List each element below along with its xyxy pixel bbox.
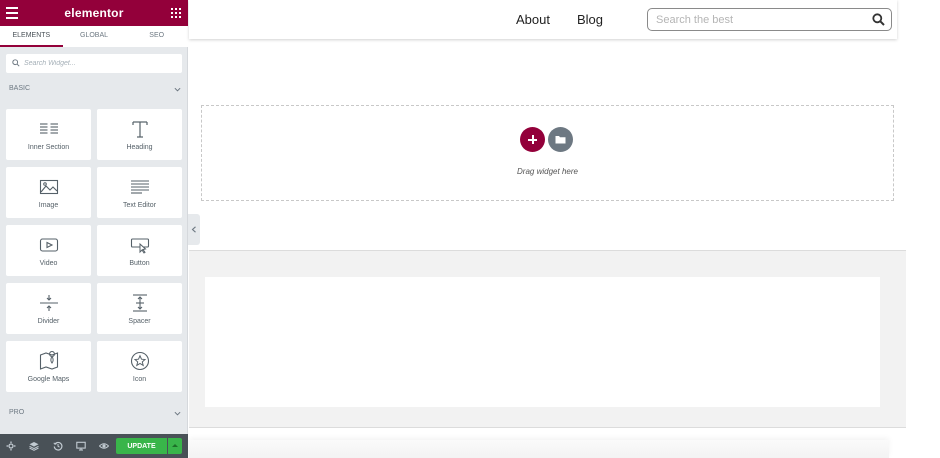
widget-label: Inner Section <box>27 144 70 151</box>
navigator-layers-icon[interactable] <box>29 441 39 451</box>
widget-search-input[interactable] <box>24 54 174 73</box>
widget-button[interactable]: Button <box>97 225 182 276</box>
widget-image[interactable]: Image <box>6 167 91 218</box>
divider-icon <box>39 295 58 311</box>
widget-spacer[interactable]: Spacer <box>97 283 182 334</box>
widget-search-box <box>6 54 182 73</box>
widget-label: Video <box>39 260 58 267</box>
widgets-grid-icon[interactable] <box>171 8 181 18</box>
empty-section-dropzone[interactable]: Drag widget here <box>201 105 894 201</box>
tab-global[interactable]: GLOBAL <box>63 26 126 47</box>
heading-icon <box>131 121 148 138</box>
widget-divider[interactable]: Divider <box>6 283 91 334</box>
dropzone-hint: Drag widget here <box>517 167 578 176</box>
button-icon <box>130 238 149 254</box>
widget-label: Heading <box>126 144 153 151</box>
update-button[interactable]: UPDATE <box>116 438 167 454</box>
widget-label: Button <box>129 260 150 267</box>
video-icon <box>39 238 58 252</box>
search-icon <box>12 59 20 67</box>
section-pro-toggle[interactable]: PRO <box>9 409 181 421</box>
inner-section-icon <box>39 123 58 134</box>
section-container[interactable] <box>205 277 880 407</box>
site-header: About Blog <box>189 0 897 39</box>
panel-tabs: ELEMENTS GLOBAL SEO <box>0 26 188 47</box>
nav-link-about[interactable]: About <box>516 12 550 27</box>
chevron-down-icon <box>174 87 181 92</box>
folder-icon <box>555 136 566 144</box>
widget-text-editor[interactable]: Text Editor <box>97 167 182 218</box>
elementor-logo: elementor <box>64 6 124 20</box>
preview-eye-icon[interactable] <box>99 441 109 451</box>
add-template-button[interactable] <box>548 127 573 152</box>
google-maps-icon <box>39 351 58 370</box>
widget-inner-section[interactable]: Inner Section <box>6 109 91 160</box>
widget-google-maps[interactable]: Google Maps <box>6 341 91 392</box>
widget-label: Spacer <box>128 318 151 325</box>
elementor-panel: elementor ELEMENTS GLOBAL SEO BASIC Inne <box>0 0 188 458</box>
site-search-input[interactable] <box>656 9 866 30</box>
search-icon[interactable] <box>872 13 885 26</box>
tab-elements[interactable]: ELEMENTS <box>0 26 63 47</box>
widget-label: Icon <box>132 376 147 383</box>
section-basic-toggle[interactable]: BASIC <box>9 85 181 97</box>
add-new-section-button[interactable] <box>520 127 545 152</box>
tab-seo[interactable]: SEO <box>125 26 188 47</box>
chevron-left-icon <box>191 226 196 233</box>
widget-video[interactable]: Video <box>6 225 91 276</box>
widget-label: Text Editor <box>122 202 157 209</box>
image-icon <box>39 179 58 195</box>
panel-footer: UPDATE <box>0 434 188 458</box>
widget-heading[interactable]: Heading <box>97 109 182 160</box>
nav-link-blog[interactable]: Blog <box>577 12 603 27</box>
widget-label: Divider <box>37 318 60 325</box>
spacer-icon <box>132 294 147 312</box>
history-icon[interactable] <box>53 441 63 451</box>
responsive-desktop-icon[interactable] <box>76 441 86 451</box>
page-section <box>189 250 906 428</box>
next-section-edge <box>189 440 889 458</box>
settings-gear-icon[interactable] <box>6 441 16 451</box>
update-options-caret-icon[interactable] <box>168 438 182 454</box>
widget-label: Google Maps <box>27 376 70 383</box>
site-search-box <box>647 8 892 31</box>
panel-collapse-handle[interactable] <box>188 214 200 245</box>
text-editor-icon <box>130 180 149 194</box>
section-basic-label: BASIC <box>9 85 31 92</box>
widget-icon[interactable]: Icon <box>97 341 182 392</box>
chevron-down-icon <box>174 411 181 416</box>
widget-label: Image <box>38 202 59 209</box>
widgets-grid: Inner Section Heading Image Text Editor … <box>6 109 183 392</box>
panel-header: elementor <box>0 0 188 26</box>
section-pro-label: PRO <box>9 409 25 416</box>
star-icon <box>130 351 149 371</box>
